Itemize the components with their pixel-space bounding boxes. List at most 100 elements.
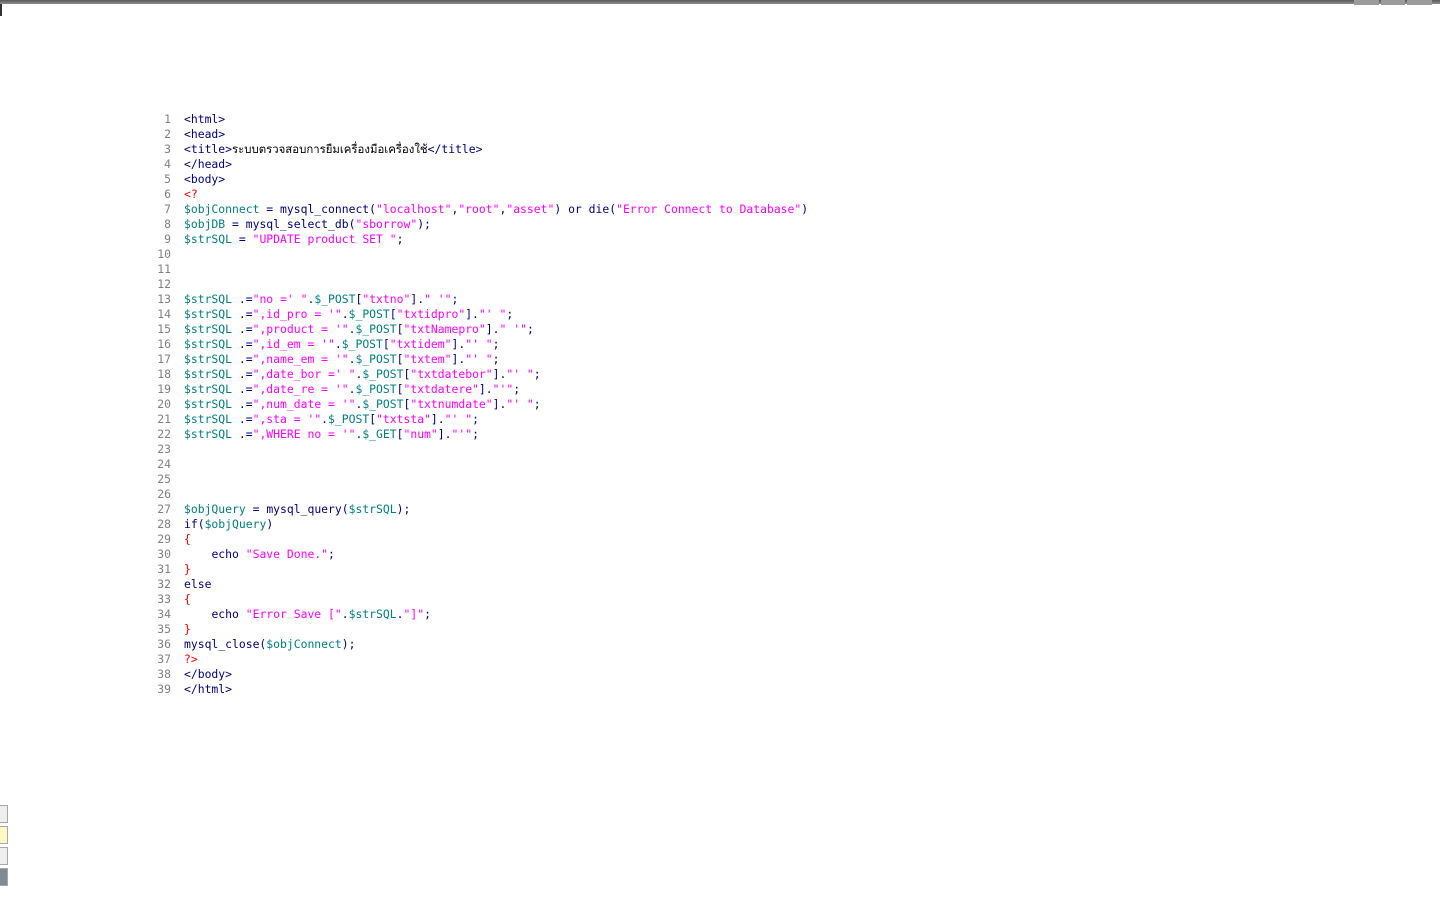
line-code: $strSQL .=",num_date = '".$_POST["txtnum… <box>184 397 541 412</box>
maximize-icon[interactable] <box>1380 0 1406 5</box>
code-line[interactable]: 30 echo "Save Done."; <box>150 547 870 562</box>
line-code: $objQuery = mysql_query($strSQL); <box>184 502 410 517</box>
code-line[interactable]: 22 $strSQL .=",WHERE no = '".$_GET["num"]… <box>150 427 870 442</box>
code-token: $strSQL <box>348 502 397 516</box>
code-line[interactable]: 39 </html> <box>150 682 870 697</box>
code-line[interactable]: 24 <box>150 457 870 472</box>
code-line[interactable]: 16 $strSQL .=",id_em = '".$_POST["txtidem… <box>150 337 870 352</box>
code-token: ]. <box>492 397 507 411</box>
code-token: ) <box>801 202 809 216</box>
code-line[interactable]: 26 <box>150 487 870 502</box>
line-number: 22 <box>157 427 171 441</box>
code-token: ?> <box>184 652 198 666</box>
line-number: 19 <box>157 382 171 396</box>
edge-tab-highlight[interactable] <box>0 826 8 844</box>
edge-tab[interactable] <box>0 805 8 823</box>
code-token: ; <box>526 322 534 336</box>
line-number: 32 <box>157 577 171 591</box>
code-line[interactable]: 31} <box>150 562 870 577</box>
code-line[interactable]: 28 if($objQuery) <box>150 517 870 532</box>
code-line[interactable]: 18 $strSQL .=",date_bor =' ".$_POST["txtd… <box>150 367 870 382</box>
code-token: else <box>184 577 212 591</box>
code-token: { <box>184 532 191 546</box>
code-token: ]. <box>465 307 479 321</box>
code-line[interactable]: 1 <html> <box>150 112 870 127</box>
code-line[interactable]: 5 <body> <box>150 172 870 187</box>
code-token: $strSQL <box>184 352 233 366</box>
code-line[interactable]: 3 <title>ระบบตรวจสอบการยืมเครื่องมือเครื่… <box>150 142 870 157</box>
code-line[interactable]: 20 $strSQL .=",num_date = '".$_POST["txtn… <box>150 397 870 412</box>
code-token: . <box>341 607 349 621</box>
code-editor[interactable]: 1 <html> 2 <head> 3 <title>ระบบตรวจสอบการยืมเ… <box>150 112 870 702</box>
code-token: .= <box>232 382 253 396</box>
line-code: echo "Save Done."; <box>184 547 334 562</box>
code-line[interactable]: 9 $strSQL = "UPDATE product SET "; <box>150 232 870 247</box>
code-token: ",id_em = '" <box>252 337 335 351</box>
code-token: $strSQL <box>184 427 233 441</box>
code-token: = <box>245 502 267 516</box>
code-token: $_POST <box>328 412 370 426</box>
code-token: "num" <box>403 427 438 441</box>
code-token: .= <box>232 337 253 351</box>
close-icon[interactable] <box>1407 0 1433 5</box>
code-token: .= <box>232 397 253 411</box>
edge-tab[interactable] <box>0 847 8 865</box>
minimize-icon[interactable] <box>1354 0 1379 5</box>
code-line[interactable]: 25 <box>150 472 870 487</box>
code-token: .= <box>232 292 253 306</box>
code-line[interactable]: 33 { <box>150 592 870 607</box>
code-line[interactable]: 38 </body> <box>150 667 870 682</box>
window-controls[interactable] <box>1354 0 1433 5</box>
code-line[interactable]: 37 ?> <box>150 652 870 667</box>
line-code: if($objQuery) <box>184 517 273 532</box>
edge-tab-dark[interactable] <box>0 868 8 886</box>
line-code: } <box>184 622 191 637</box>
code-token: "' " <box>506 367 534 381</box>
code-token: .= <box>232 427 253 441</box>
code-line[interactable]: 13 $strSQL .="no =' ".$_POST["txtno"]." '… <box>150 292 870 307</box>
code-token: $strSQL <box>348 607 397 621</box>
line-code: <? <box>184 187 198 202</box>
line-code: $strSQL .=",id_pro = '".$_POST["txtidpro… <box>184 307 513 322</box>
code-line[interactable]: 23 <box>150 442 870 457</box>
code-token: ; <box>533 397 541 411</box>
code-token: "' " <box>478 307 507 321</box>
code-token: ; <box>424 607 431 621</box>
code-line[interactable]: 32 else <box>150 577 870 592</box>
code-line[interactable]: 11 <box>150 262 870 277</box>
code-line[interactable]: 6 <? <box>150 187 870 202</box>
code-token: "sborrow" <box>355 217 418 231</box>
code-line[interactable]: 12 <box>150 277 870 292</box>
line-number: 4 <box>164 157 171 171</box>
line-code: <head> <box>184 127 225 142</box>
code-line[interactable]: 4 </head> <box>150 157 870 172</box>
code-line[interactable]: 27 $objQuery = mysql_query($strSQL); <box>150 502 870 517</box>
line-number: 12 <box>157 277 171 291</box>
code-line[interactable]: 7 $objConnect = mysql_connect("localhost"… <box>150 202 870 217</box>
line-code: else <box>184 577 211 592</box>
code-token: "root" <box>458 202 500 216</box>
code-token: $_GET <box>362 427 397 441</box>
code-token: { <box>184 592 191 606</box>
code-line[interactable]: 8 $objDB = mysql_select_db("sborrow"); <box>150 217 870 232</box>
code-token: "no =' " <box>252 292 308 306</box>
code-token: $strSQL <box>184 322 233 336</box>
code-line[interactable]: 14 $strSQL .=",id_pro = '".$_POST["txtidp… <box>150 307 870 322</box>
code-token: $objConnect <box>184 202 260 216</box>
code-token: "txtnumdate" <box>410 397 493 411</box>
code-line[interactable]: 36 mysql_close($objConnect); <box>150 637 870 652</box>
code-line[interactable]: 34 echo "Error Save [".$strSQL."]"; <box>150 607 870 622</box>
code-line[interactable]: 17 $strSQL .=",name_em = '".$_POST["txtem… <box>150 352 870 367</box>
code-line[interactable]: 21 $strSQL .=",sta = '".$_POST["txtsta"].… <box>150 412 870 427</box>
code-token: $_POST <box>314 292 356 306</box>
code-line[interactable]: 35} <box>150 622 870 637</box>
code-token: ]. <box>410 292 425 306</box>
code-line[interactable]: 15 $strSQL .=",product = '".$_POST["txtNa… <box>150 322 870 337</box>
code-line[interactable]: 10 <box>150 247 870 262</box>
code-line[interactable]: 19 $strSQL .=",date_re = '".$_POST["txtda… <box>150 382 870 397</box>
code-line[interactable]: 2 <head> <box>150 127 870 142</box>
code-token: "localhost" <box>376 202 452 216</box>
code-line[interactable]: 29 { <box>150 532 870 547</box>
code-token: . <box>334 337 342 351</box>
code-token: ; <box>492 352 500 366</box>
